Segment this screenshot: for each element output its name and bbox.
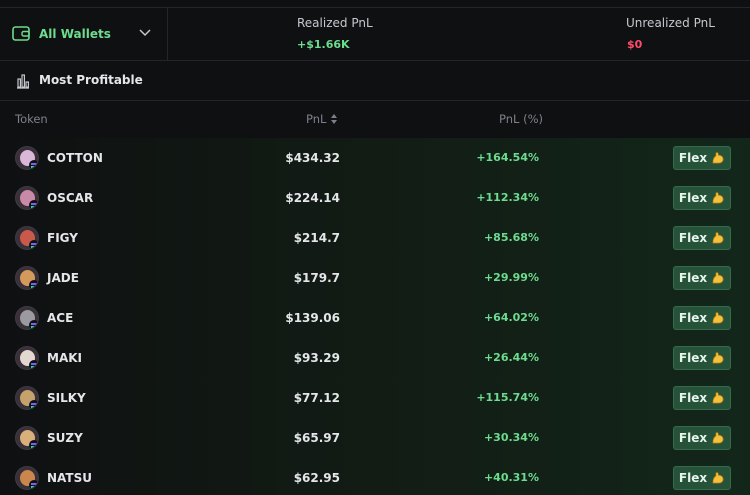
table-row: OSCAR $224.14 +112.34% Flex — [0, 178, 750, 218]
token-pnl: $62.95 — [293, 471, 340, 485]
token-name: FIGY — [47, 231, 78, 245]
flexed-biceps-icon — [712, 232, 724, 244]
bar-chart-icon — [17, 74, 30, 89]
token-avatar — [15, 426, 39, 450]
solana-icon — [29, 160, 38, 169]
token-pnl-percent: +30.34% — [483, 431, 539, 444]
token-pnl-percent: +112.34% — [476, 191, 539, 204]
token-pnl-percent: +85.68% — [483, 231, 539, 244]
unrealized-pnl-label: Unrealized PnL — [626, 16, 715, 30]
flexed-biceps-icon — [712, 192, 724, 204]
token-name: JADE — [47, 271, 79, 285]
flexed-biceps-icon — [712, 152, 724, 164]
token-avatar — [15, 466, 39, 490]
flex-button[interactable]: Flex — [673, 386, 731, 410]
flex-button-label: Flex — [678, 231, 708, 245]
table-row: SILKY $77.12 +115.74% Flex — [0, 378, 750, 418]
token-pnl: $93.29 — [293, 351, 340, 365]
table-row: JADE $179.7 +29.99% Flex — [0, 258, 750, 298]
flexed-biceps-icon — [712, 272, 724, 284]
solana-icon — [29, 200, 38, 209]
table-row: ACE $139.06 +64.02% Flex — [0, 298, 750, 338]
flexed-biceps-icon — [712, 472, 724, 484]
solana-icon — [29, 240, 38, 249]
flex-button[interactable]: Flex — [673, 426, 731, 450]
flex-button-label: Flex — [678, 431, 708, 445]
column-header-pnl-percent: PnL (%) — [499, 112, 543, 126]
flex-button-label: Flex — [678, 191, 708, 205]
token-avatar — [15, 146, 39, 170]
column-header-pnl[interactable]: PnL — [306, 112, 326, 126]
token-avatar — [15, 266, 39, 290]
wallet-selector[interactable]: All Wallets — [0, 8, 168, 60]
table-row: NATSU $62.95 +40.31% Flex — [0, 458, 750, 495]
flexed-biceps-icon — [712, 352, 724, 364]
realized-pnl-value: +$1.66K — [297, 38, 350, 51]
token-pnl-percent: +26.44% — [483, 351, 539, 364]
wallet-icon — [12, 26, 30, 41]
token-avatar — [15, 386, 39, 410]
token-name: ACE — [47, 311, 74, 325]
flex-button-label: Flex — [678, 471, 708, 485]
flex-button-label: Flex — [678, 151, 708, 165]
flex-button[interactable]: Flex — [673, 306, 731, 330]
token-name: SILKY — [47, 391, 86, 405]
token-avatar — [15, 346, 39, 370]
token-name: SUZY — [47, 431, 83, 445]
flexed-biceps-icon — [712, 432, 724, 444]
token-name: NATSU — [47, 471, 92, 485]
token-pnl: $434.32 — [285, 151, 340, 165]
flex-button-label: Flex — [678, 311, 708, 325]
column-header-token: Token — [15, 112, 48, 126]
solana-icon — [29, 440, 38, 449]
flex-button[interactable]: Flex — [673, 346, 731, 370]
token-avatar — [15, 186, 39, 210]
token-pnl-percent: +164.54% — [476, 151, 539, 164]
solana-icon — [29, 280, 38, 289]
token-pnl: $214.7 — [293, 231, 340, 245]
token-pnl-percent: +115.74% — [476, 391, 539, 404]
section-header: Most Profitable — [0, 61, 750, 101]
flex-button[interactable]: Flex — [673, 146, 731, 170]
realized-pnl-label: Realized PnL — [297, 16, 373, 30]
sort-icon[interactable] — [330, 113, 338, 125]
wallet-selector-label: All Wallets — [39, 27, 111, 41]
token-name: OSCAR — [47, 191, 94, 205]
flex-button-label: Flex — [678, 271, 708, 285]
table-row: FIGY $214.7 +85.68% Flex — [0, 218, 750, 258]
token-pnl: $224.14 — [285, 191, 340, 205]
chevron-down-icon — [139, 29, 151, 37]
token-pnl: $179.7 — [293, 271, 340, 285]
token-pnl: $139.06 — [285, 311, 340, 325]
token-pnl-percent: +40.31% — [483, 471, 539, 484]
section-title: Most Profitable — [39, 73, 143, 87]
solana-icon — [29, 400, 38, 409]
token-pnl-percent: +64.02% — [483, 311, 539, 324]
flex-button[interactable]: Flex — [673, 466, 731, 490]
solana-icon — [29, 360, 38, 369]
flex-button[interactable]: Flex — [673, 186, 731, 210]
flex-button-label: Flex — [678, 391, 708, 405]
flex-button[interactable]: Flex — [673, 266, 731, 290]
table-row: SUZY $65.97 +30.34% Flex — [0, 418, 750, 458]
solana-icon — [29, 320, 38, 329]
flexed-biceps-icon — [712, 392, 724, 404]
table-row: MAKI $93.29 +26.44% Flex — [0, 338, 750, 378]
flex-button[interactable]: Flex — [673, 226, 731, 250]
token-avatar — [15, 306, 39, 330]
table-row: COTTON $434.32 +164.54% Flex — [0, 138, 750, 178]
flexed-biceps-icon — [712, 312, 724, 324]
unrealized-pnl-value: $0 — [627, 38, 643, 51]
token-pnl: $77.12 — [293, 391, 340, 405]
token-name: MAKI — [47, 351, 82, 365]
token-pnl: $65.97 — [293, 431, 340, 445]
token-avatar — [15, 226, 39, 250]
solana-icon — [29, 480, 38, 489]
token-pnl-percent: +29.99% — [483, 271, 539, 284]
pnl-header: All Wallets Realized PnL +$1.66K Unreali… — [0, 8, 750, 61]
token-name: COTTON — [47, 151, 103, 165]
flex-button-label: Flex — [678, 351, 708, 365]
